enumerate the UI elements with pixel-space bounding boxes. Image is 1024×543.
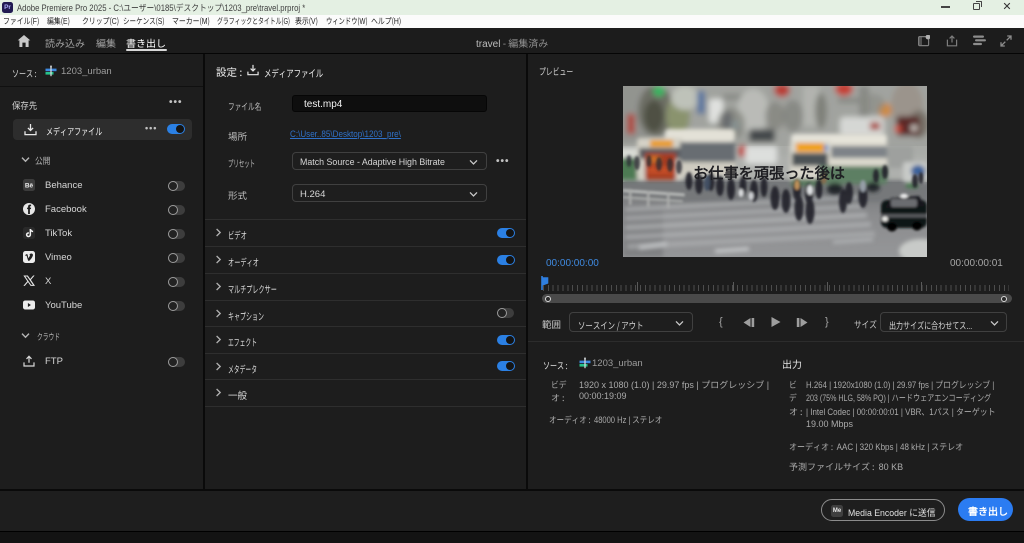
svg-text:お仕事を頑張った後は: お仕事を頑張った後は (693, 162, 845, 184)
svg-text:Bē: Bē (25, 183, 34, 190)
